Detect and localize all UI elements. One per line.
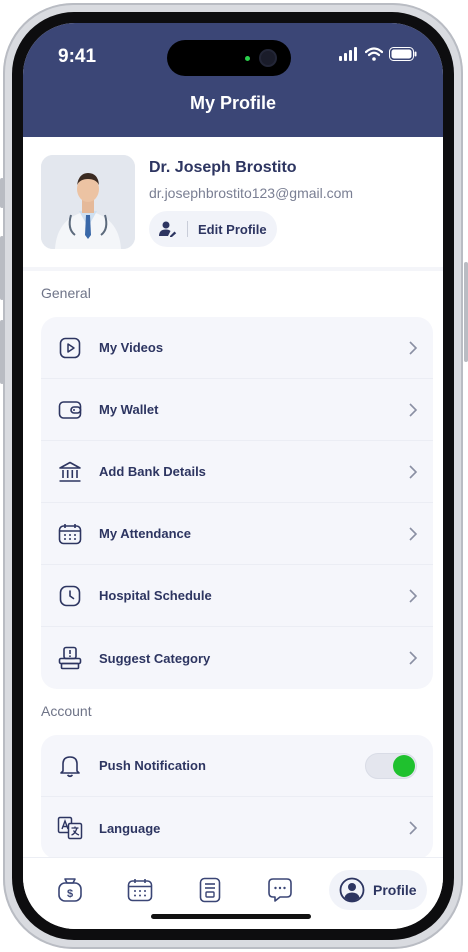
chevron-right-icon bbox=[409, 526, 418, 541]
nav-item-wallet[interactable]: $ bbox=[50, 870, 90, 910]
svg-text:$: $ bbox=[67, 888, 73, 900]
profile-email: dr.josephbrostito123@gmail.com bbox=[149, 185, 354, 201]
chevron-right-icon bbox=[409, 464, 418, 479]
nav-item-documents[interactable] bbox=[190, 870, 230, 910]
chevron-right-icon bbox=[409, 402, 418, 417]
profile-card: Dr. Joseph Brostito dr.josephbrostito123… bbox=[23, 137, 443, 267]
menu-item-my-attendance[interactable]: My Attendance bbox=[41, 503, 433, 565]
bank-icon bbox=[59, 461, 81, 482]
app-screen: 9:41 My Profile Dr. Joseph Brostito dr.j… bbox=[23, 23, 443, 929]
edit-profile-button[interactable]: Edit Profile bbox=[149, 211, 277, 247]
battery-icon bbox=[389, 47, 417, 61]
language-icon bbox=[57, 816, 83, 840]
menu-item-label: Suggest Category bbox=[99, 650, 211, 666]
chat-icon bbox=[268, 878, 292, 902]
profile-icon bbox=[339, 877, 365, 903]
menu-item-add-bank-details[interactable]: Add Bank Details bbox=[41, 441, 433, 503]
video-icon bbox=[59, 337, 81, 358]
section-title-account: Account bbox=[41, 703, 92, 719]
calendar-icon bbox=[127, 879, 153, 902]
menu-item-hospital-schedule[interactable]: Hospital Schedule bbox=[41, 565, 433, 627]
nav-profile-label: Profile bbox=[373, 882, 417, 898]
menu-item-label: Push Notification bbox=[99, 758, 206, 773]
phone-frame: 9:41 My Profile Dr. Joseph Brostito dr.j… bbox=[3, 3, 463, 949]
document-icon bbox=[199, 877, 221, 903]
menu-item-suggest-category[interactable]: Suggest Category bbox=[41, 627, 433, 689]
general-list: My Videos My Wallet Add Bank Details My … bbox=[41, 317, 433, 689]
signal-icon bbox=[339, 47, 357, 61]
status-time: 9:41 bbox=[58, 46, 97, 67]
clock-icon bbox=[59, 585, 81, 606]
menu-item-label: Hospital Schedule bbox=[99, 588, 212, 603]
menu-item-label: Language bbox=[99, 820, 161, 836]
dynamic-island bbox=[167, 40, 291, 76]
nav-item-chat[interactable] bbox=[260, 870, 300, 910]
wallet-icon bbox=[58, 400, 82, 419]
bell-icon bbox=[60, 755, 80, 777]
camera-icon bbox=[259, 49, 277, 67]
toggle-knob bbox=[393, 754, 415, 777]
phone-bezel: 9:41 My Profile Dr. Joseph Brostito dr.j… bbox=[12, 12, 454, 940]
menu-item-push-notification: Push Notification bbox=[41, 735, 433, 797]
nav-item-profile[interactable]: Profile bbox=[329, 870, 427, 910]
menu-item-label: My Videos bbox=[99, 340, 164, 355]
menu-item-language[interactable]: Language bbox=[41, 797, 433, 859]
edit-profile-label: Edit Profile bbox=[198, 221, 267, 237]
profile-name: Dr. Joseph Brostito bbox=[149, 159, 297, 176]
account-list: Push Notification Language bbox=[41, 735, 433, 859]
home-indicator bbox=[151, 914, 311, 919]
page-title: My Profile bbox=[189, 93, 277, 113]
push-notification-toggle[interactable] bbox=[365, 752, 417, 779]
money-bag-icon: $ bbox=[58, 878, 82, 902]
menu-item-label: My Wallet bbox=[99, 402, 159, 417]
chevron-right-icon bbox=[409, 651, 418, 665]
user-edit-icon bbox=[159, 221, 177, 237]
menu-item-my-videos[interactable]: My Videos bbox=[41, 317, 433, 379]
menu-item-label: My Attendance bbox=[99, 526, 191, 541]
section-title-general: General bbox=[41, 285, 91, 301]
suggest-icon bbox=[58, 646, 82, 670]
menu-item-my-wallet[interactable]: My Wallet bbox=[41, 379, 433, 441]
calendar-icon bbox=[58, 523, 82, 544]
chevron-right-icon bbox=[409, 588, 418, 603]
section-divider bbox=[23, 267, 443, 271]
avatar bbox=[41, 155, 135, 249]
status-icons bbox=[339, 47, 417, 61]
chevron-right-icon bbox=[409, 821, 418, 835]
wifi-icon bbox=[365, 47, 383, 61]
chevron-right-icon bbox=[409, 340, 418, 355]
indicator-dot bbox=[245, 56, 250, 61]
menu-item-label: Add Bank Details bbox=[99, 464, 206, 479]
app-header: 9:41 My Profile bbox=[23, 23, 443, 137]
nav-item-calendar[interactable] bbox=[120, 870, 160, 910]
